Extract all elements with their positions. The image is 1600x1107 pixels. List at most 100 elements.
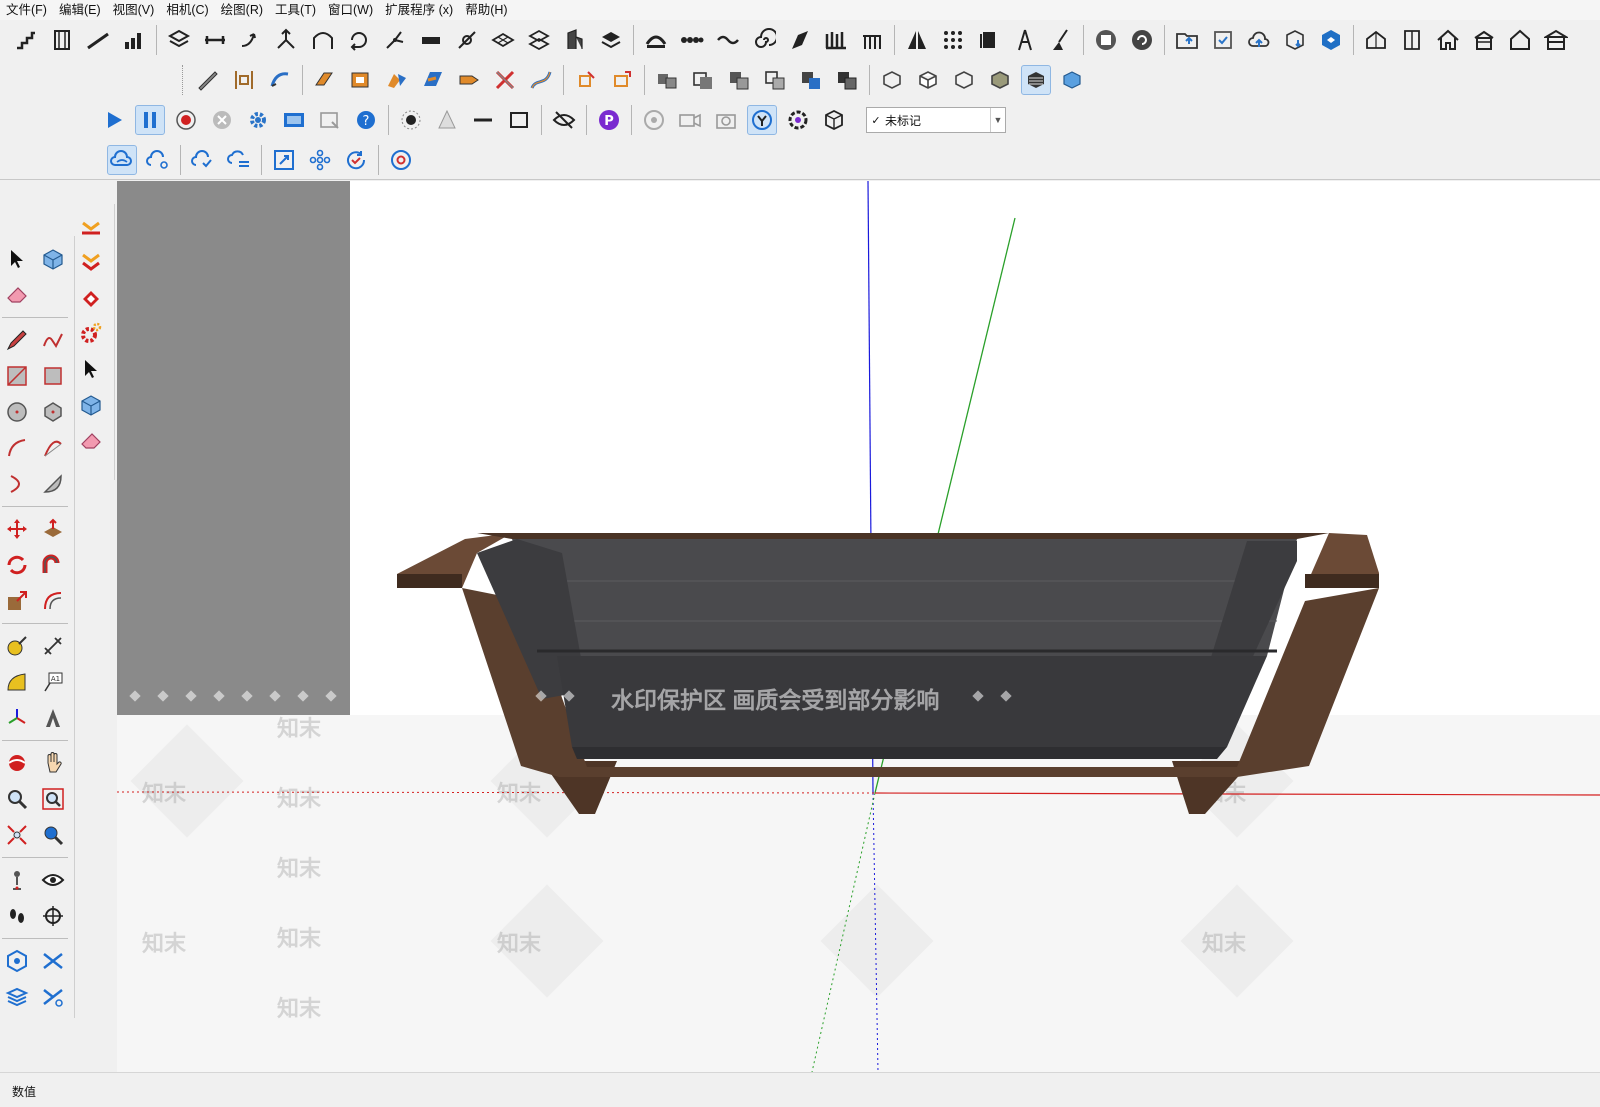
arc-handle-icon[interactable] bbox=[641, 25, 671, 55]
move-icon[interactable] bbox=[2, 514, 32, 544]
network-icon[interactable] bbox=[305, 145, 335, 175]
style-monochrome-icon[interactable] bbox=[1021, 65, 1051, 95]
layers-tool-icon[interactable] bbox=[164, 25, 194, 55]
dark-boxes-icon[interactable] bbox=[832, 65, 862, 95]
mirror-icon[interactable] bbox=[902, 25, 932, 55]
style-shaded-icon[interactable] bbox=[949, 65, 979, 95]
rotated-rectangle-icon[interactable] bbox=[38, 361, 68, 391]
polygon-icon[interactable] bbox=[38, 397, 68, 427]
style-textured-icon[interactable] bbox=[985, 65, 1015, 95]
stop-icon[interactable] bbox=[207, 105, 237, 135]
menu-edit[interactable]: 编辑(E) bbox=[53, 0, 107, 20]
bend-icon[interactable] bbox=[382, 65, 412, 95]
dimension-line-icon[interactable] bbox=[200, 25, 230, 55]
menu-view[interactable]: 视图(V) bbox=[107, 0, 161, 20]
cloud-check-icon[interactable] bbox=[188, 145, 218, 175]
cross-cut-icon[interactable] bbox=[490, 65, 520, 95]
orbit-icon[interactable] bbox=[2, 748, 32, 778]
path-extrude-icon[interactable] bbox=[526, 65, 556, 95]
3d-viewport[interactable]: 知末 知末 知末 知末 知末 知末 知末 知末 知末 知末 知末 知末 知末 知… bbox=[117, 181, 1600, 1072]
look-around-eye-icon[interactable] bbox=[38, 865, 68, 895]
curve-arrow-icon[interactable] bbox=[236, 25, 266, 55]
dots-row-icon[interactable] bbox=[677, 25, 707, 55]
frame-resize-icon[interactable] bbox=[269, 145, 299, 175]
sweep-icon[interactable] bbox=[265, 65, 295, 95]
photo-camera-icon[interactable] bbox=[711, 105, 741, 135]
door-icon[interactable] bbox=[1397, 25, 1427, 55]
line-light-icon[interactable] bbox=[468, 105, 498, 135]
previous-view-icon[interactable] bbox=[38, 820, 68, 850]
record-icon[interactable] bbox=[171, 105, 201, 135]
3d-text-icon[interactable] bbox=[38, 703, 68, 733]
paint-bucket-icon[interactable] bbox=[76, 282, 106, 312]
split-curve-icon[interactable] bbox=[272, 25, 302, 55]
layer-stack-icon[interactable] bbox=[596, 25, 626, 55]
hide-eye-icon[interactable] bbox=[549, 105, 579, 135]
import-down-icon[interactable] bbox=[76, 210, 106, 240]
cloud-lines-icon[interactable] bbox=[224, 145, 254, 175]
menu-window[interactable]: 窗口(W) bbox=[322, 0, 379, 20]
stack-planes-icon[interactable] bbox=[524, 25, 554, 55]
plugin-badge-icon[interactable] bbox=[1091, 25, 1121, 55]
toolbar-grip[interactable] bbox=[182, 65, 186, 95]
pan-hand-icon[interactable] bbox=[38, 748, 68, 778]
film-icon[interactable] bbox=[279, 105, 309, 135]
eraser-secondary-icon[interactable] bbox=[76, 426, 106, 456]
offset-icon[interactable] bbox=[38, 586, 68, 616]
menu-draw[interactable]: 绘图(R) bbox=[215, 0, 269, 20]
tape-measure-icon[interactable] bbox=[2, 631, 32, 661]
grid-plane-icon[interactable] bbox=[488, 25, 518, 55]
browser-icon[interactable] bbox=[386, 145, 416, 175]
blue-boxes-icon[interactable] bbox=[796, 65, 826, 95]
scale-icon[interactable] bbox=[2, 586, 32, 616]
wave-line-icon[interactable] bbox=[713, 25, 743, 55]
position-camera-icon[interactable] bbox=[2, 865, 32, 895]
rectangle-icon[interactable] bbox=[2, 361, 32, 391]
house-3d-icon[interactable] bbox=[1361, 25, 1391, 55]
pie-icon[interactable] bbox=[38, 469, 68, 499]
protractor-icon[interactable] bbox=[2, 667, 32, 697]
stack-layers-icon[interactable] bbox=[2, 982, 32, 1012]
brand-logo-icon[interactable] bbox=[1316, 25, 1346, 55]
slab-icon[interactable] bbox=[416, 25, 446, 55]
cloud-link-icon[interactable] bbox=[107, 145, 137, 175]
tag-selector[interactable]: ✓ 未标记 ▼ bbox=[866, 107, 1006, 133]
cloud-upload-icon[interactable] bbox=[1244, 25, 1274, 55]
rotate-icon[interactable] bbox=[2, 550, 32, 580]
text-label-icon[interactable]: A1 bbox=[38, 667, 68, 697]
section-plane-icon[interactable] bbox=[38, 901, 68, 931]
axes-icon[interactable] bbox=[2, 703, 32, 733]
intersect-settings-icon[interactable] bbox=[38, 982, 68, 1012]
group-boxes-icon[interactable] bbox=[652, 65, 682, 95]
dimension-icon[interactable] bbox=[38, 631, 68, 661]
fence-icon[interactable] bbox=[857, 25, 887, 55]
bars-icon[interactable] bbox=[821, 25, 851, 55]
person-target-icon[interactable] bbox=[747, 105, 777, 135]
circle-icon[interactable] bbox=[2, 397, 32, 427]
extrude-icon[interactable] bbox=[310, 65, 340, 95]
style-xray-icon[interactable] bbox=[1057, 65, 1087, 95]
pause-icon[interactable] bbox=[135, 105, 165, 135]
warp-icon[interactable] bbox=[418, 65, 448, 95]
film-export-icon[interactable] bbox=[315, 105, 345, 135]
cloud-share-icon[interactable] bbox=[143, 145, 173, 175]
style-hidden-line-icon[interactable] bbox=[913, 65, 943, 95]
follow-me-icon[interactable] bbox=[38, 550, 68, 580]
taper-icon[interactable] bbox=[454, 65, 484, 95]
house-frame-icon[interactable] bbox=[1541, 25, 1571, 55]
stairs-icon[interactable] bbox=[11, 25, 41, 55]
bar-chart-icon[interactable] bbox=[119, 25, 149, 55]
home-icon[interactable] bbox=[1433, 25, 1463, 55]
select-arrow-secondary-icon[interactable] bbox=[76, 354, 106, 384]
face-transform-icon[interactable] bbox=[607, 65, 637, 95]
solid-tools-icon[interactable] bbox=[2, 946, 32, 976]
face-select-icon[interactable] bbox=[571, 65, 601, 95]
menu-help[interactable]: 帮助(H) bbox=[459, 0, 513, 20]
wire-boxes-icon[interactable] bbox=[760, 65, 790, 95]
cone-light-icon[interactable] bbox=[432, 105, 462, 135]
two-point-arc-icon[interactable] bbox=[38, 433, 68, 463]
box-export-icon[interactable] bbox=[819, 105, 849, 135]
checkbox-icon[interactable] bbox=[1208, 25, 1238, 55]
settings-gear-icon[interactable] bbox=[243, 105, 273, 135]
panel-icon[interactable] bbox=[974, 25, 1004, 55]
